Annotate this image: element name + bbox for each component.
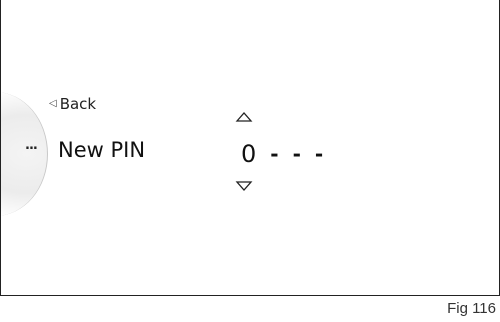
pin-digit-2: - — [270, 142, 279, 166]
back-label: Back — [59, 95, 97, 113]
menu-title: New PIN — [58, 138, 146, 162]
pin-digit-4: - — [314, 142, 324, 166]
more-options-icon[interactable]: ... — [25, 138, 38, 153]
pin-entry[interactable]: 0 - - - — [241, 140, 323, 168]
figure-label: Fig 116 — [447, 300, 496, 317]
back-arrow-icon: ◁ — [49, 98, 57, 109]
display-screen: ... ◁ Back New PIN 0 - - - — [0, 0, 500, 296]
pin-digit-1[interactable]: 0 — [241, 140, 256, 168]
decrement-arrow-icon[interactable] — [235, 180, 253, 192]
increment-arrow-icon[interactable] — [235, 111, 253, 123]
pin-digit-3: - — [292, 142, 301, 166]
back-button[interactable]: ◁ Back — [49, 95, 96, 113]
control-knob-arc[interactable] — [1, 92, 48, 216]
